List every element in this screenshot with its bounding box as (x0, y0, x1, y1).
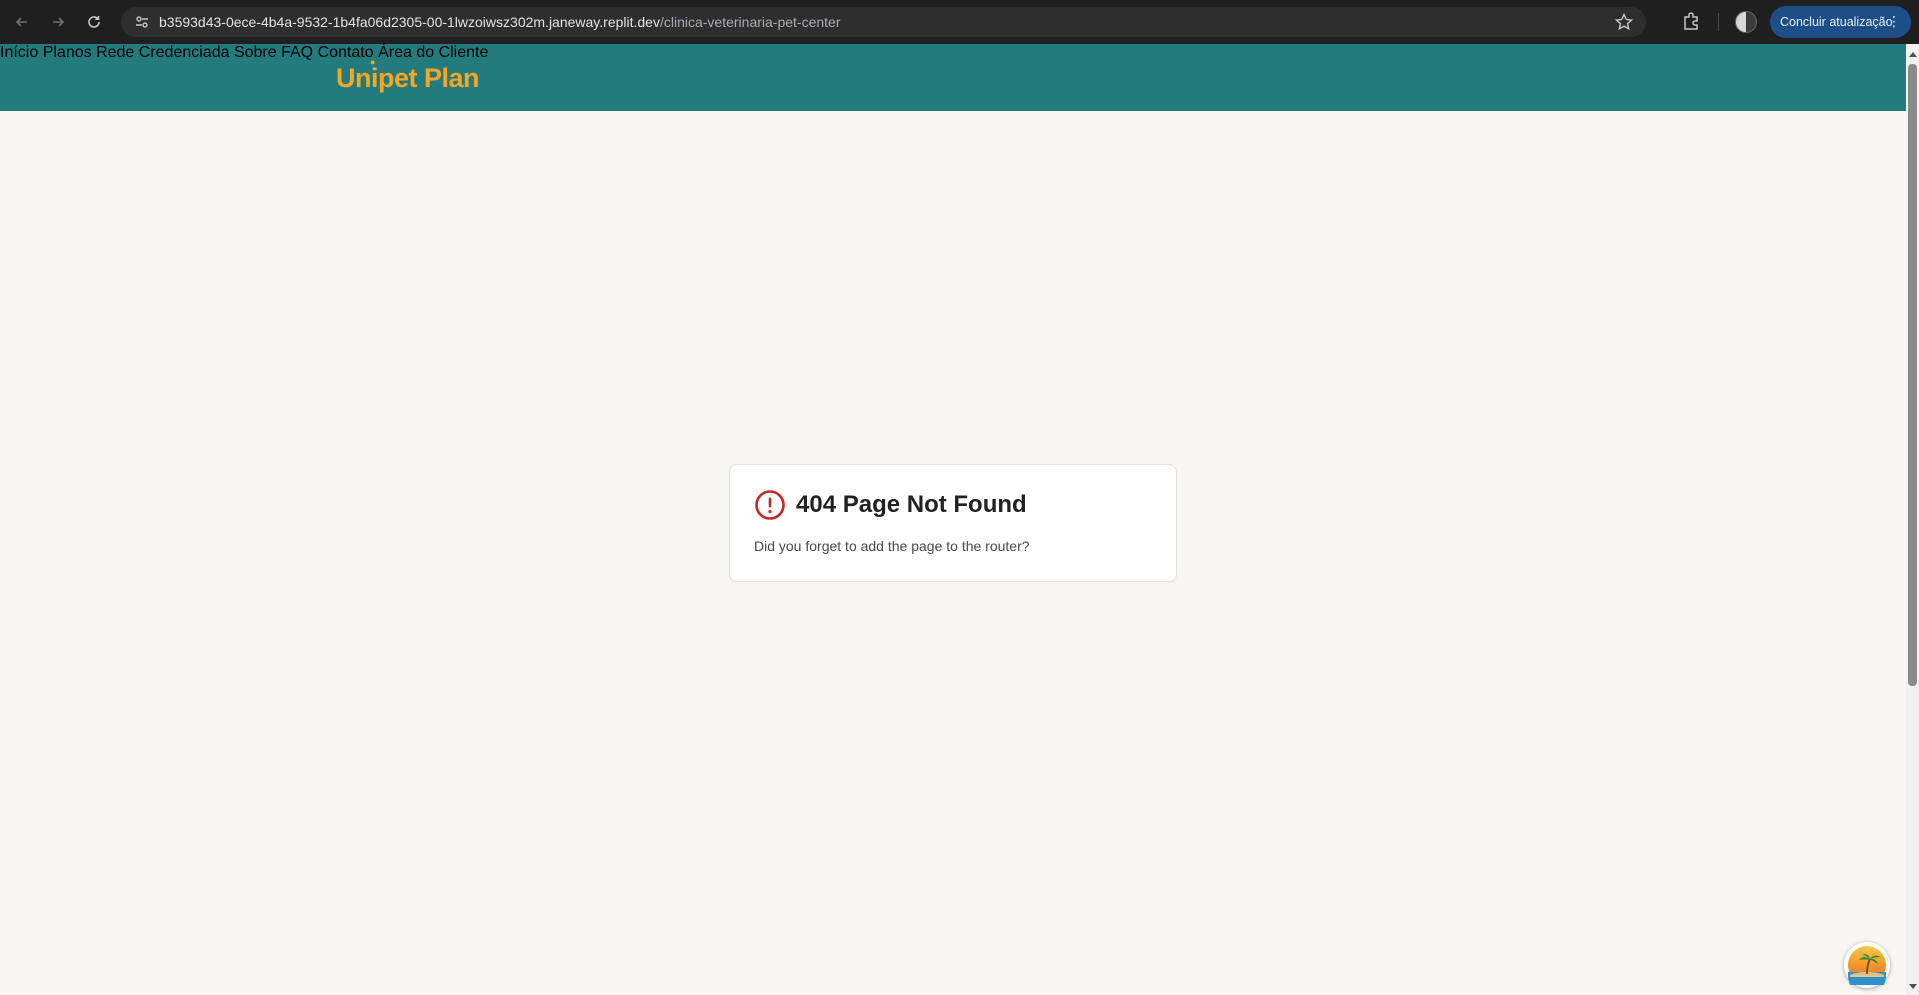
not-found-header: 404 Page Not Found (754, 489, 1027, 521)
nav-item-planos[interactable]: Planos (43, 44, 92, 61)
url-path: /clinica-veterinaria-pet-center (659, 14, 841, 30)
more-vert-icon: ⋮ (1887, 13, 1901, 29)
paw-icon: ● (370, 57, 375, 67)
back-button[interactable] (4, 4, 40, 40)
scroll-thumb[interactable] (1908, 64, 1917, 686)
site-info-button[interactable] (127, 7, 157, 37)
nav-item-faq[interactable]: FAQ (281, 44, 313, 61)
site-header: Unipet Plan ● Início Planos Rede Credenc… (0, 44, 1906, 111)
scroll-up-arrow-icon[interactable] (1909, 52, 1917, 57)
logo-text: Unipet Plan (336, 63, 480, 93)
url-text: b3593d43-0ece-4b4a-9532-1b4fa06d2305-00-… (159, 14, 841, 30)
alert-circle-icon (755, 490, 785, 520)
bookmark-star-icon[interactable] (1614, 12, 1634, 32)
page-scrollbar[interactable] (1906, 44, 1919, 995)
url-host: b3593d43-0ece-4b4a-9532-1b4fa06d2305-00-… (159, 14, 660, 30)
not-found-title: 404 Page Not Found (796, 491, 1027, 518)
scroll-down-arrow-icon[interactable] (1909, 984, 1917, 989)
not-found-message: Did you forget to add the page to the ro… (754, 538, 1030, 554)
nav-item-inicio[interactable]: Início (0, 44, 38, 61)
nav-item-contato[interactable]: Contato (318, 44, 374, 61)
toolbar-divider (1718, 13, 1719, 31)
nav-item-sobre[interactable]: Sobre (234, 44, 277, 61)
browser-toolbar: b3593d43-0ece-4b4a-9532-1b4fa06d2305-00-… (0, 0, 1919, 44)
floating-assistant-button[interactable] (1844, 942, 1890, 988)
nav-item-rede-credenciada[interactable]: Rede Credenciada (96, 44, 229, 61)
reload-button[interactable] (76, 4, 112, 40)
update-button-label: Concluir atualização (1780, 15, 1893, 29)
arrow-left-icon (15, 17, 27, 27)
address-bar[interactable]: b3593d43-0ece-4b4a-9532-1b4fa06d2305-00-… (121, 7, 1646, 37)
profile-avatar[interactable] (1735, 11, 1757, 33)
update-button[interactable]: Concluir atualização ⋮ (1770, 6, 1911, 38)
beach-palm-icon (1848, 946, 1886, 985)
forward-button[interactable] (40, 4, 76, 40)
not-found-card: 404 Page Not Found Did you forget to add… (729, 464, 1177, 582)
reload-icon (88, 16, 100, 28)
main-nav: Início Planos Rede Credenciada Sobre FAQ… (0, 44, 1906, 62)
site-logo[interactable]: Unipet Plan ● (336, 57, 480, 94)
arrow-right-icon (53, 17, 65, 27)
extensions-puzzle-icon[interactable] (1681, 10, 1703, 32)
tune-icon (136, 16, 148, 28)
nav-item-area-do-cliente[interactable]: Área do Cliente (378, 44, 488, 61)
